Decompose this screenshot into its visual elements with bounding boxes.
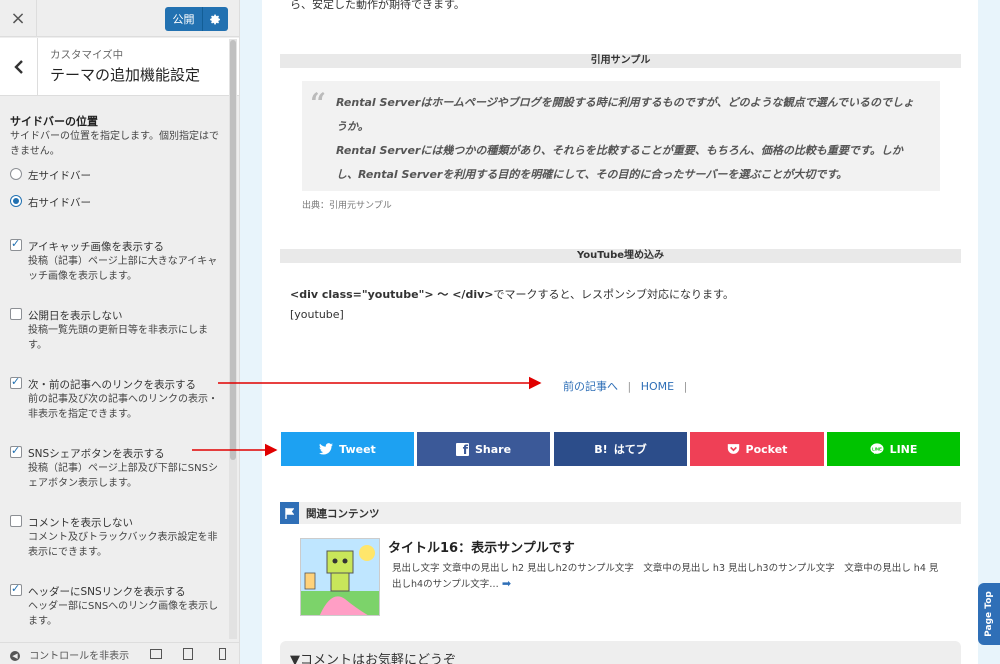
quote-line: Rental Serverはホームページやブログを開設する時に利用するものですが… [336,96,915,109]
radio-left-sidebar[interactable] [10,168,22,180]
close-button[interactable]: × [0,0,37,37]
page-top-label: Page Top [984,591,994,637]
youtube-instruction: <div class="youtube"> 〜 </div>でマークすると、レス… [290,286,734,302]
hatena-icon: B! [594,442,608,456]
close-icon: × [10,8,26,29]
share-label: はてブ [613,443,647,456]
svg-text:LINE: LINE [872,446,882,451]
settings-content: サイドバーの位置 サイドバーの位置を指定します。個別指定はできません。 左サイド… [0,97,239,642]
home-link[interactable]: HOME [641,380,674,393]
collapse-icon: ◀ [10,651,20,661]
youtube-tag: [youtube] [290,308,344,321]
checkbox-hide-comments-label[interactable]: コメントを表示しない [28,515,133,530]
checkbox-prev-next-links-label[interactable]: 次・前の記事へのリンクを表示する [28,377,196,392]
gear-icon [210,14,220,24]
back-button[interactable] [0,38,38,96]
blockquote: “ Rental Serverはホームページやブログを開設する時に利用するもので… [302,81,940,191]
customizer-panel: × 公開 カスタマイズ中 テーマの追加機能設定 サイドバーの位置 サイドバーの位… [0,0,240,664]
checkbox-sns-share[interactable] [10,444,22,458]
breadcrumb: カスタマイズ中 [50,49,124,61]
quote-mark-icon: “ [310,87,327,120]
checkbox-hide-date[interactable] [10,308,22,320]
youtube-text: でマークすると、レスポンシブ対応になります。 [493,288,734,301]
related-post-excerpt-text: 見出し文字 文章中の見出し h2 見出しh2のサンプル文字 文章中の見出し h3… [392,563,939,590]
chevron-left-icon [13,60,23,74]
checkbox-sns-share-label[interactable]: SNSシェアボタンを表示する [28,446,165,461]
related-post-excerpt: 見出し文字 文章中の見出し h2 見出しh2のサンプル文字 文章中の見出し h3… [392,561,944,592]
section-header: カスタマイズ中 テーマの追加機能設定 [0,38,239,96]
publish-settings-button[interactable] [203,7,228,31]
nav-separator: | [627,380,632,393]
prev-post-link[interactable]: 前の記事へ [563,380,618,393]
nav-separator: | [683,380,688,393]
quote-source: 出典：引用元サンプル [302,201,392,211]
checkbox-hide-comments-desc: コメント及びトラックバック表示設定を非表示にできます。 [28,532,218,558]
related-post-thumbnail[interactable] [300,538,380,616]
checkbox-eyecatch-desc: 投稿（記事）ページ上部に大きなアイキャッチ画像を表示します。 [28,256,218,282]
radio-left-sidebar-label[interactable]: 左サイドバー [28,168,91,183]
hide-controls-label: コントロールを非表示 [29,651,130,662]
share-button-pocket[interactable]: Pocket [690,432,824,466]
related-content-title: 関連コンテンツ [306,508,380,520]
post-navigation: 前の記事へ | HOME | [563,378,687,394]
youtube-code: <div class="youtube"> 〜 </div> [290,288,494,301]
related-content-header: 関連コンテンツ [280,502,961,524]
line-icon: LINE [870,442,884,454]
facebook-icon: f [455,442,469,457]
related-post-title[interactable]: タイトル16：表示サンプルです [388,537,575,556]
section-title: テーマの追加機能設定 [50,66,201,84]
checkbox-hide-date-desc: 投稿一覧先頭の更新日等を非表示にします。 [28,325,208,351]
share-button-line[interactable]: LINE LINE [827,432,960,466]
flag-icon [280,502,299,524]
desktop-preview-icon[interactable] [150,649,162,659]
sidebar-position-title: サイドバーの位置 [10,115,98,128]
share-label: Share [474,442,512,456]
publish-button[interactable]: 公開 [165,7,203,31]
checkbox-hide-comments[interactable] [10,515,22,527]
checkbox-header-sns[interactable] [10,582,22,596]
share-label: Pocket [745,442,788,456]
checkbox-prev-next-links-desc: 前の記事及び次の記事へのリンクの表示・非表示を指定できます。 [28,394,218,420]
radio-right-sidebar-label[interactable]: 右サイドバー [28,195,91,210]
pocket-icon [727,444,739,454]
share-button-hatena[interactable]: B! はてブ [554,432,687,466]
youtube-section-bar: YouTube埋め込み [280,249,961,263]
checkbox-prev-next-links[interactable] [10,375,22,389]
share-label: LINE [889,442,918,456]
body-text-top: ら、安定した動作が期待できます。 [290,0,465,11]
customizer-topbar: × 公開 [0,0,239,37]
tablet-preview-icon[interactable] [183,648,193,660]
checkbox-eyecatch-label[interactable]: アイキャッチ画像を表示する [28,239,164,254]
share-button-twitter[interactable]: Tweet [281,432,414,466]
mobile-preview-icon[interactable] [219,648,226,660]
twitter-icon [319,443,334,455]
customizer-footer: ◀ コントロールを非表示 [0,642,239,664]
checkbox-eyecatch[interactable] [10,237,22,251]
page-top-button[interactable]: Page Top [978,583,1000,645]
checkbox-header-sns-label[interactable]: ヘッダーにSNSリンクを表示する [28,584,186,599]
checkbox-header-sns-desc: ヘッダー部にSNSへのリンク画像を表示します。 [28,601,219,627]
quote-line: うか。 [336,120,369,133]
share-button-facebook[interactable]: f Share [417,432,550,466]
sidebar-position-desc: サイドバーの位置を指定します。個別指定はできません。 [10,131,219,157]
arrow-right-icon[interactable]: ➡ [502,577,511,590]
publish-button-group: 公開 [165,7,228,31]
quote-body: Rental Serverはホームページやブログを開設する時に利用するものですが… [336,91,932,187]
comment-title: ▼コメントはお気軽にどうぞ [290,653,456,664]
quote-line: し、Rental Serverを利用する目的を明確にして、その目的に合ったサーバ… [336,168,848,181]
quote-line: Rental Serverには幾つかの種類があり、それらを比較することが重要、も… [336,144,903,157]
comment-section-header: ▼コメントはお気軽にどうぞ [280,641,961,664]
share-label: Tweet [339,442,376,456]
checkbox-hide-date-label[interactable]: 公開日を表示しない [28,308,123,323]
hide-controls-button[interactable]: ◀ コントロールを非表示 [10,647,129,662]
quote-section-bar: 引用サンプル [280,54,961,68]
radio-right-sidebar[interactable] [10,195,22,207]
checkbox-sns-share-desc: 投稿（記事）ページ上部及び下部にSNSシェアボタン表示します。 [28,463,218,489]
